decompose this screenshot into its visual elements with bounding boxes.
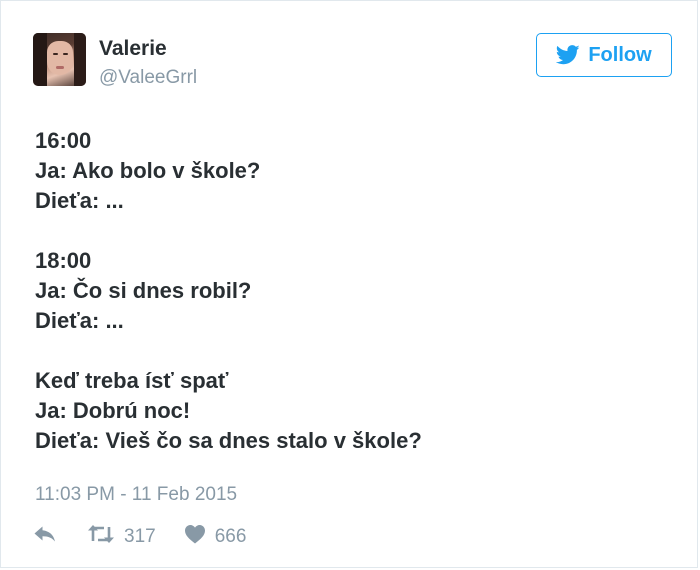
tweet-line: Ja: Ako bolo v škole?: [35, 158, 261, 183]
tweet-line: Ja: Dobrú noc!: [35, 398, 191, 423]
tweet-line: Dieťa: Vieš čo sa dnes stalo v škole?: [35, 428, 422, 453]
tweet-line: 16:00: [35, 128, 92, 153]
tweet-text: 16:00 Ja: Ako bolo v škole? Dieťa: ... 1…: [35, 126, 655, 456]
avatar-face: [47, 41, 73, 75]
twitter-bird-icon: [556, 45, 580, 65]
avatar-hair-right: [74, 33, 86, 86]
retweet-count: 317: [124, 526, 156, 547]
avatar-lips: [56, 66, 64, 69]
tweet-line: Keď treba ísť spať: [35, 368, 229, 393]
retweet-icon: [87, 524, 115, 550]
follow-button-label: Follow: [588, 43, 652, 66]
heart-icon: [184, 524, 206, 550]
tweet-line: Ja: Čo si dnes robil?: [35, 278, 252, 303]
like-button[interactable]: 666: [184, 524, 247, 550]
tweet-actions: 317 666: [33, 523, 246, 551]
reply-icon: [33, 525, 57, 549]
avatar-hair-left: [33, 33, 47, 86]
reply-button[interactable]: [33, 525, 57, 549]
tweet-line: Dieťa: ...: [35, 308, 124, 333]
follow-button[interactable]: Follow: [536, 33, 672, 77]
avatar-eye-left: [53, 53, 58, 55]
tweet-line: Dieťa: ...: [35, 188, 124, 213]
like-count: 666: [214, 526, 247, 547]
retweet-button[interactable]: 317: [87, 524, 156, 550]
tweet-line: 18:00: [35, 248, 92, 273]
user-name[interactable]: Valerie: [99, 37, 167, 61]
avatar[interactable]: [33, 33, 86, 86]
tweet-timestamp[interactable]: 11:03 PM - 11 Feb 2015: [35, 484, 237, 506]
avatar-eye-right: [63, 53, 68, 55]
tweet-card: Valerie @ValeeGrrl Follow 16:00 Ja: Ako …: [0, 0, 698, 568]
user-handle[interactable]: @ValeeGrrl: [99, 67, 197, 89]
